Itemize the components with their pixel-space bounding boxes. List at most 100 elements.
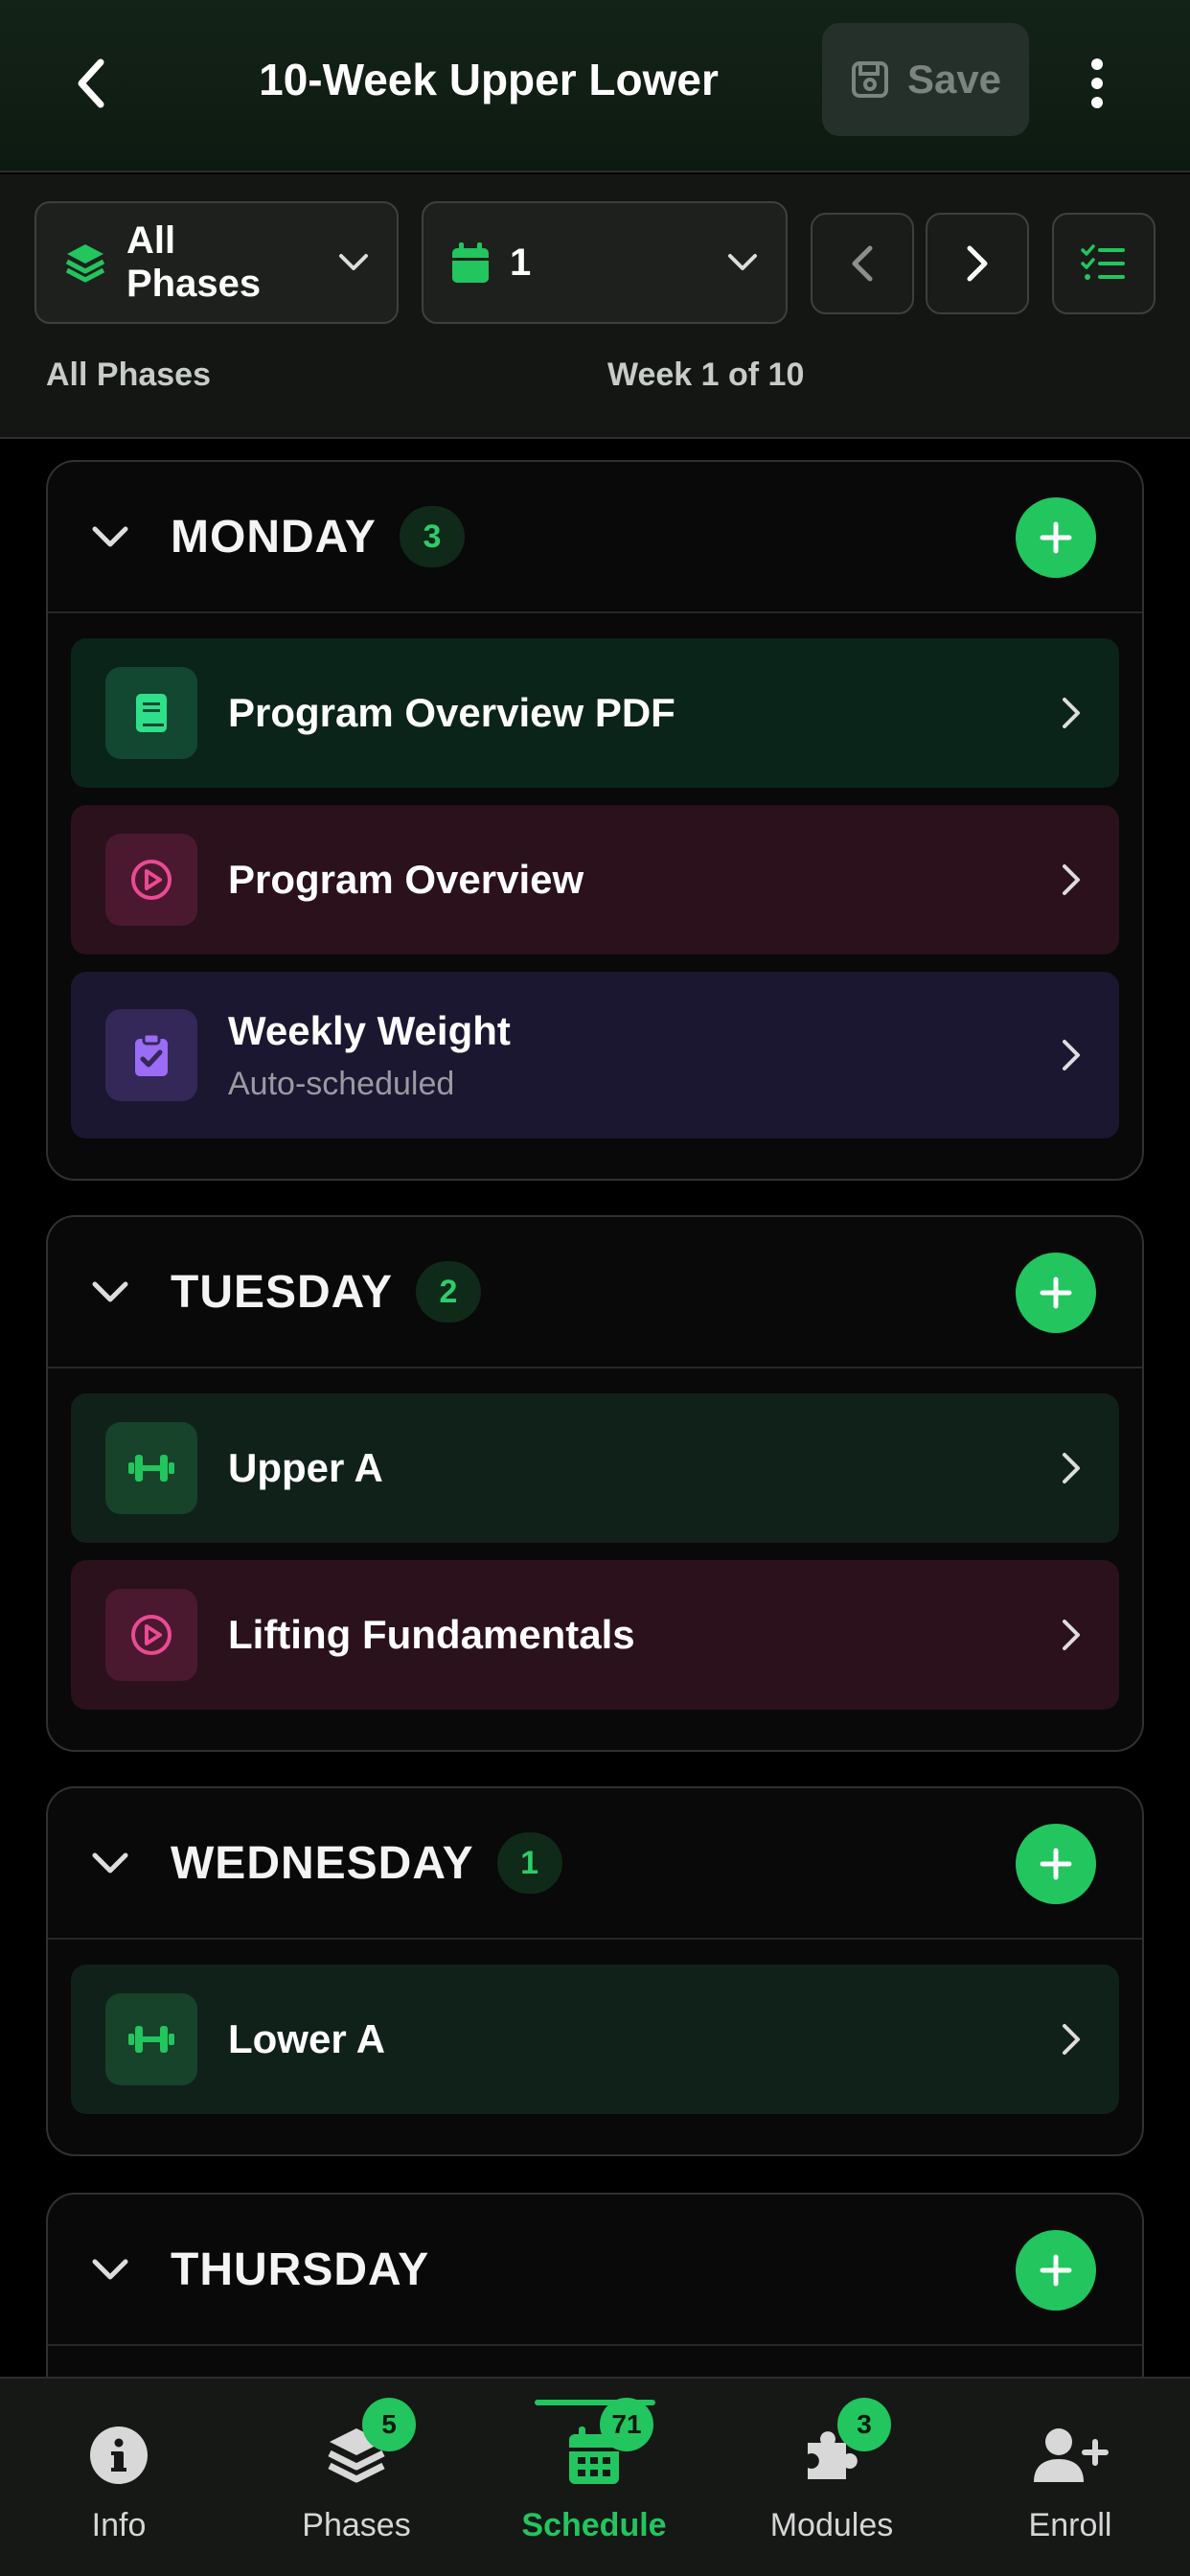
phase-select[interactable]: All Phases [34,201,399,324]
calendar-icon: 71 [556,2398,653,2494]
checklist-icon [1081,244,1125,280]
next-week-button[interactable] [926,213,1029,314]
chevron-down-icon [92,1852,128,1874]
chevron-right-icon [1052,1611,1090,1659]
calendar-icon [452,242,489,283]
list-item[interactable]: Upper A [71,1393,1119,1543]
more-options-button[interactable] [1073,50,1121,117]
save-button[interactable]: Save [822,23,1029,136]
add-item-button[interactable] [1016,497,1096,578]
back-button[interactable] [57,50,125,117]
layers-icon [65,244,105,283]
collapse-toggle[interactable] [86,1268,134,1316]
list-item[interactable]: Program Overview [71,805,1119,954]
checklist-view-button[interactable] [1052,213,1156,314]
list-item[interactable]: Program Overview PDF [71,638,1119,788]
day-card-wednesday: WEDNESDAY 1 Lower A [46,1786,1144,2156]
layers-icon: 5 [318,2398,416,2494]
collapse-toggle[interactable] [86,2245,134,2293]
add-item-button[interactable] [1016,2230,1096,2311]
add-item-button[interactable] [1016,1824,1096,1904]
chevron-right-icon [1052,2015,1090,2063]
plus-icon [1040,1276,1072,1309]
chevron-right-icon [1052,689,1090,737]
item-count-badge: 2 [415,1261,481,1322]
day-header[interactable]: THURSDAY [48,2195,1142,2346]
item-title: Program Overview [228,857,584,902]
chevron-down-icon [92,2259,128,2280]
chevron-right-icon [1052,1444,1090,1492]
tab-badge: 3 [837,2398,891,2451]
chevron-right-icon [1052,1031,1090,1079]
chevron-down-icon [92,526,128,547]
clipboard-check-icon [105,1009,197,1101]
bottom-tab-bar: Info 5 Phases 71 Schedule 3 Modules Enro… [0,2377,1190,2576]
day-card-tuesday: TUESDAY 2 Upper A Lifting Fundamentals [46,1215,1144,1752]
item-title: Lifting Fundamentals [228,1612,635,1657]
tab-label: Phases [302,2507,411,2543]
schedule-toolbar: All Phases 1 All Phases Week 1 of 10 [0,174,1190,439]
chevron-down-icon [92,1281,128,1302]
chevron-left-icon [78,58,104,108]
save-icon [851,61,888,98]
day-header[interactable]: WEDNESDAY 1 [48,1788,1142,1940]
save-label: Save [906,57,1002,102]
play-circle-icon [105,1589,197,1681]
tab-modules[interactable]: 3 Modules [713,2379,950,2576]
phase-select-value: All Phases [126,219,262,305]
week-caption: Week 1 of 10 [607,356,805,393]
chevron-left-icon [852,245,873,282]
tab-enroll[interactable]: Enroll [950,2379,1190,2576]
list-item[interactable]: Weekly Weight Auto-scheduled [71,972,1119,1138]
tab-badge: 5 [362,2398,416,2451]
info-icon [80,2417,157,2494]
day-header[interactable]: MONDAY 3 [48,462,1142,613]
dumbbell-icon [105,1422,197,1514]
collapse-toggle[interactable] [86,1839,134,1887]
item-title: Lower A [228,2016,386,2061]
collapse-toggle[interactable] [86,513,134,561]
day-header[interactable]: TUESDAY 2 [48,1217,1142,1368]
phase-caption: All Phases [46,356,211,393]
item-title: Upper A [228,1445,383,1490]
item-subtitle: Auto-scheduled [228,1065,455,1102]
tab-label: Info [91,2507,147,2543]
more-vertical-icon [1091,58,1103,108]
document-icon [105,667,197,759]
day-name: MONDAY [171,511,377,563]
week-select-value: 1 [510,241,532,284]
previous-week-button[interactable] [811,213,914,314]
chevron-right-icon [967,245,988,282]
tab-label: Enroll [1028,2507,1112,2543]
plus-icon [1040,1848,1072,1880]
app-header: 10-Week Upper Lower Save [0,0,1190,172]
dumbbell-icon [105,1993,197,2085]
item-count-badge: 3 [399,506,465,567]
play-circle-icon [105,834,197,926]
tab-schedule[interactable]: 71 Schedule [475,2379,713,2576]
plus-icon [1040,2254,1072,2287]
item-count-badge: 1 [496,1832,562,1894]
plus-icon [1040,521,1072,554]
chevron-down-icon [339,254,368,270]
day-card-monday: MONDAY 3 Program Overview PDF Program Ov… [46,460,1144,1181]
week-select[interactable]: 1 [422,201,788,324]
day-name: TUESDAY [171,1266,393,1318]
item-title: Weekly Weight [228,1007,511,1053]
add-item-button[interactable] [1016,1253,1096,1333]
tab-info[interactable]: Info [0,2379,238,2576]
item-title: Program Overview PDF [228,690,675,735]
tab-badge: 71 [600,2398,653,2451]
tab-label: Schedule [521,2507,667,2543]
user-plus-icon [1032,2417,1109,2494]
tab-label: Modules [769,2507,894,2543]
list-item[interactable]: Lifting Fundamentals [71,1560,1119,1710]
day-name: WEDNESDAY [171,1837,474,1889]
chevron-down-icon [728,254,757,270]
chevron-right-icon [1052,856,1090,904]
page-title: 10-Week Upper Lower [259,55,719,104]
list-item[interactable]: Lower A [71,1965,1119,2114]
puzzle-icon: 3 [793,2398,891,2494]
day-name: THURSDAY [171,2243,430,2295]
tab-phases[interactable]: 5 Phases [238,2379,475,2576]
